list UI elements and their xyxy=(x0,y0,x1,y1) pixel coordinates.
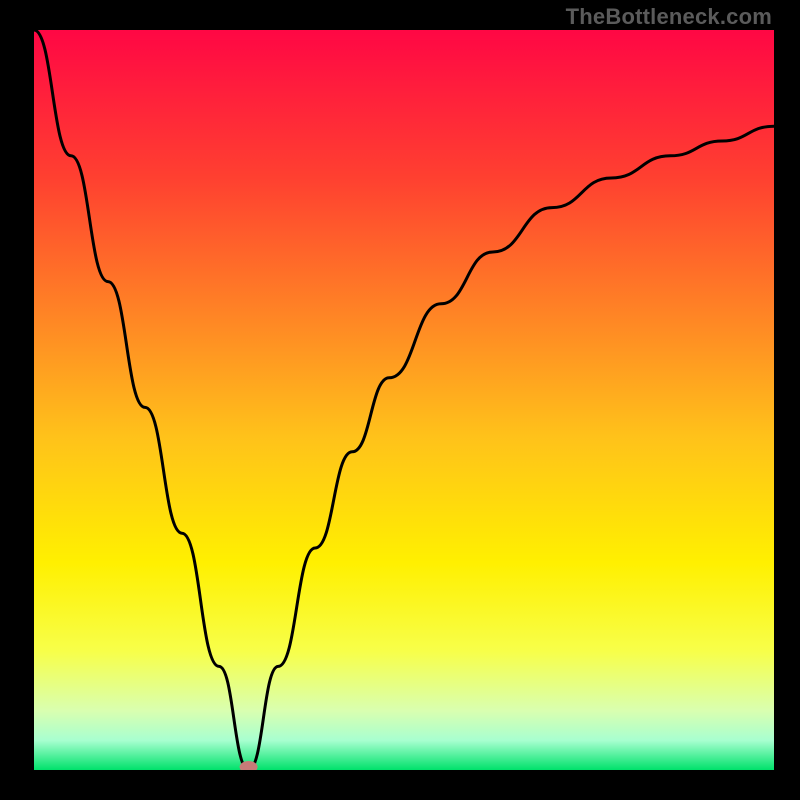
plot-area xyxy=(34,30,774,770)
watermark-text: TheBottleneck.com xyxy=(566,4,772,30)
chart-svg xyxy=(34,30,774,770)
gradient-background xyxy=(34,30,774,770)
chart-frame: TheBottleneck.com xyxy=(0,0,800,800)
